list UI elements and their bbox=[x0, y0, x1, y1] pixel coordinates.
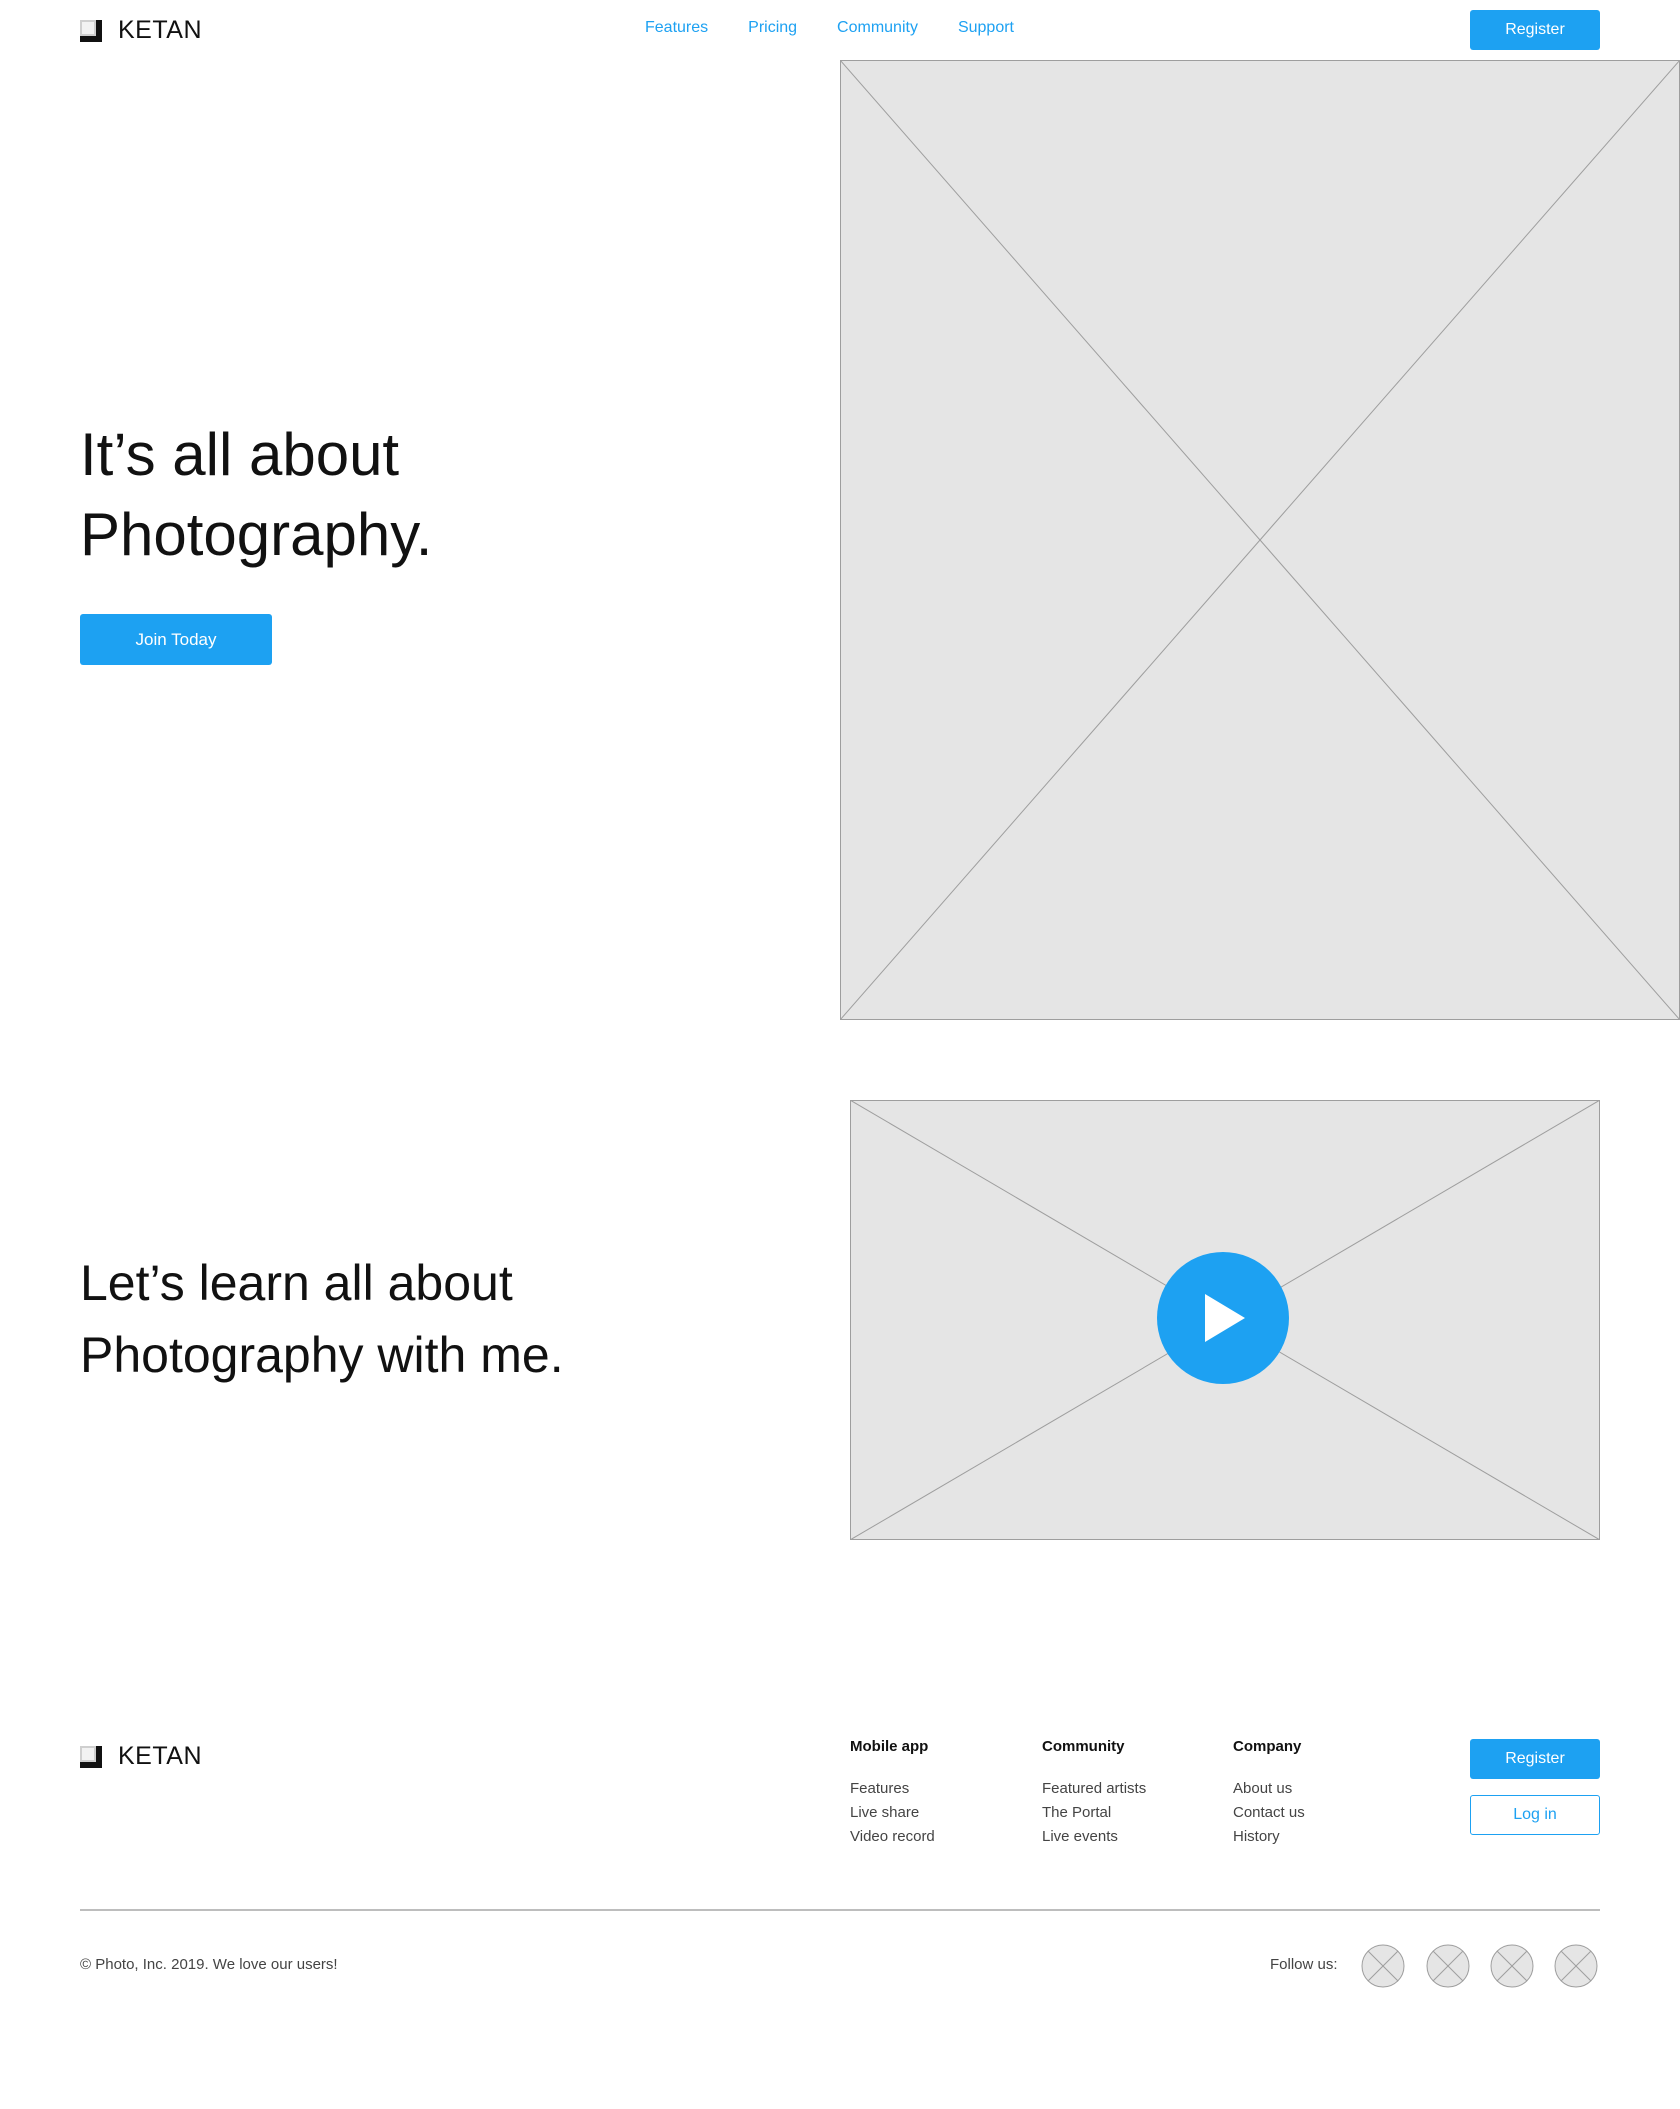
footer-link[interactable]: Featured artists bbox=[1042, 1777, 1146, 1801]
play-button[interactable] bbox=[1157, 1252, 1289, 1384]
social-icon-3[interactable] bbox=[1490, 1944, 1534, 1988]
cube-logo-icon bbox=[80, 19, 102, 42]
footer-login-button[interactable]: Log in bbox=[1470, 1795, 1600, 1835]
footer-link[interactable]: Live share bbox=[850, 1801, 935, 1825]
hero-title-line1: It’s all about bbox=[80, 421, 400, 488]
join-today-button[interactable]: Join Today bbox=[80, 614, 272, 665]
hero-title-line2: Photography. bbox=[80, 501, 433, 568]
footer-link[interactable]: Contact us bbox=[1233, 1801, 1305, 1825]
footer-register-button[interactable]: Register bbox=[1470, 1739, 1600, 1779]
nav-community[interactable]: Community bbox=[837, 19, 918, 37]
landing-page: KETAN Features Pricing Community Support… bbox=[0, 0, 1680, 2109]
footer-logo[interactable]: KETAN bbox=[80, 1742, 202, 1771]
nav-pricing[interactable]: Pricing bbox=[748, 19, 797, 37]
footer-link[interactable]: History bbox=[1233, 1825, 1305, 1849]
header-logo[interactable]: KETAN bbox=[80, 16, 202, 45]
social-icon-2[interactable] bbox=[1426, 1944, 1470, 1988]
footer-link[interactable]: The Portal bbox=[1042, 1801, 1146, 1825]
footer-link[interactable]: Live events bbox=[1042, 1825, 1146, 1849]
video-section-title: Let’s learn all about Photography with m… bbox=[80, 1247, 840, 1391]
footer-link[interactable]: About us bbox=[1233, 1777, 1305, 1801]
footer-logo-text: KETAN bbox=[118, 1742, 202, 1770]
footer-column-heading: Mobile app bbox=[850, 1738, 929, 1755]
video-title-line2: Photography with me. bbox=[80, 1327, 564, 1383]
hero-image-placeholder bbox=[840, 60, 1680, 1020]
cube-logo-icon bbox=[80, 1745, 102, 1768]
nav-support[interactable]: Support bbox=[958, 19, 1014, 37]
copyright-text: © Photo, Inc. 2019. We love our users! bbox=[80, 1956, 338, 1973]
footer-link[interactable]: Video record bbox=[850, 1825, 935, 1849]
footer-link[interactable]: Features bbox=[850, 1777, 935, 1801]
social-icon-4[interactable] bbox=[1554, 1944, 1598, 1988]
nav-features[interactable]: Features bbox=[645, 19, 708, 37]
video-title-line1: Let’s learn all about bbox=[80, 1255, 513, 1311]
footer-column-heading: Company bbox=[1233, 1738, 1302, 1755]
header-register-button[interactable]: Register bbox=[1470, 10, 1600, 50]
hero-title: It’s all about Photography. bbox=[80, 415, 800, 575]
play-icon bbox=[1205, 1294, 1245, 1342]
footer-column-mobile-app: Mobile app Features Live share Video rec… bbox=[850, 1738, 935, 1849]
logo-text: KETAN bbox=[118, 16, 202, 44]
social-icon-1[interactable] bbox=[1361, 1944, 1405, 1988]
follow-us-label: Follow us: bbox=[1270, 1956, 1338, 1973]
footer-column-community: Community Featured artists The Portal Li… bbox=[1042, 1738, 1146, 1849]
footer-divider bbox=[80, 1909, 1600, 1911]
footer-column-heading: Community bbox=[1042, 1738, 1125, 1755]
main-nav: Features Pricing Community Support bbox=[645, 19, 1014, 37]
footer-column-company: Company About us Contact us History bbox=[1233, 1738, 1305, 1849]
